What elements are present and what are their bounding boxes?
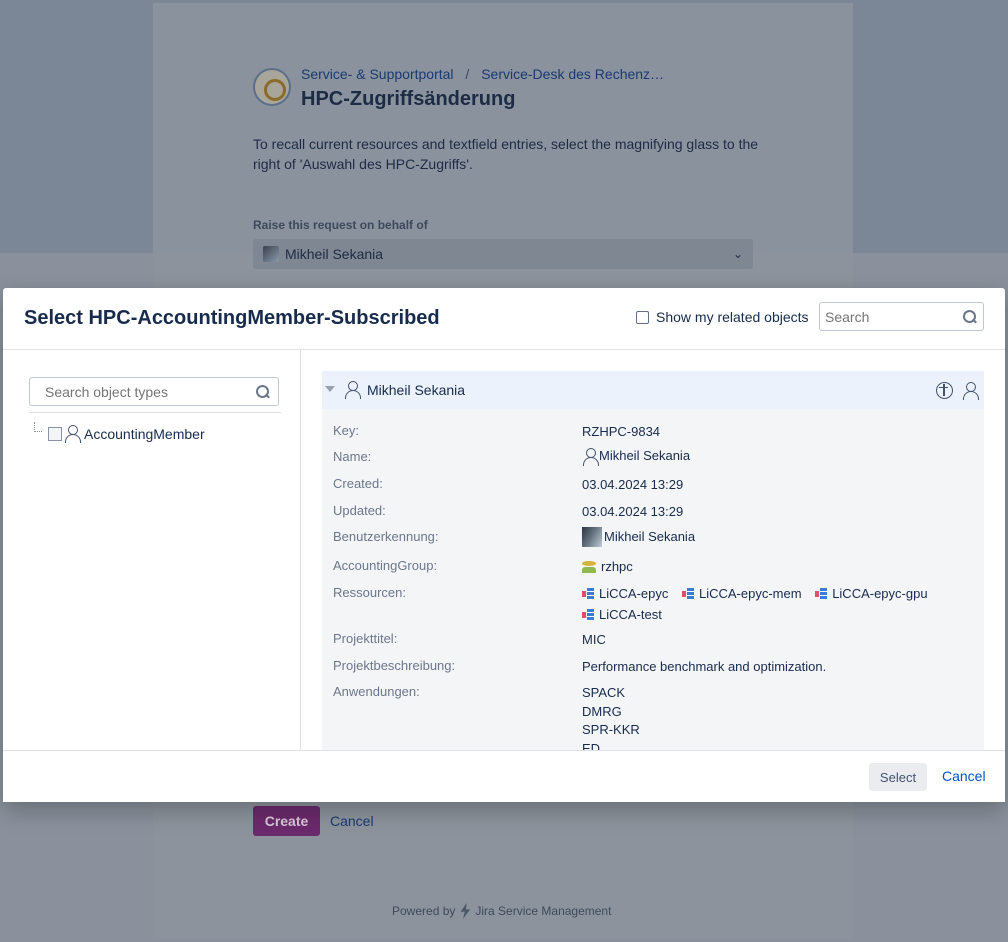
resource-item[interactable]: LiCCA-epyc-mem — [681, 585, 802, 604]
tree-item-accountingmember[interactable]: AccountingMember — [48, 425, 205, 443]
person-icon — [344, 381, 361, 399]
modal-cancel-link[interactable]: Cancel — [942, 768, 986, 784]
behalf-value: Mikheil Sekania — [285, 246, 384, 262]
resource-item[interactable]: LiCCA-test — [582, 606, 662, 625]
collapse-icon[interactable] — [325, 386, 335, 392]
behalf-label: Raise this request on behalf of — [253, 218, 428, 232]
jira-logo-icon — [460, 903, 471, 919]
object-details-panel: Mikheil Sekania Key: RZHPC-9834 Name: Mi… — [322, 371, 984, 750]
application-item: SPACK — [582, 685, 626, 700]
create-button[interactable]: Create — [253, 806, 320, 836]
portal-logo-icon — [253, 68, 291, 106]
attr-label: Projektbeschreibung: — [333, 658, 456, 673]
application-item: DMRG — [582, 703, 622, 719]
select-object-modal: Select HPC-AccountingMember-Subscribed S… — [3, 288, 1005, 802]
object-types-panel: AccountingMember — [3, 350, 301, 750]
attr-label: Benutzerkennung: — [333, 529, 439, 544]
related-objects-checkbox[interactable] — [636, 310, 649, 324]
object-name: Mikheil Sekania — [344, 381, 466, 399]
application-item: SPR-KKR — [582, 722, 640, 737]
powered-prefix: Powered by — [392, 904, 456, 918]
attr-label: Key: — [333, 423, 360, 438]
attr-value-updated: 03.04.2024 13:29 — [582, 504, 684, 519]
attr-value-benutzerkennung[interactable]: Mikheil Sekania — [582, 527, 695, 547]
portal-card-header — [153, 3, 853, 253]
attr-value-key: RZHPC-9834 — [582, 424, 661, 439]
intro-text: To recall current resources and textfiel… — [253, 136, 759, 172]
search-icon[interactable] — [256, 385, 270, 399]
behalf-select[interactable]: Mikheil Sekania ⌄ — [253, 239, 753, 269]
object-header[interactable]: Mikheil Sekania — [322, 371, 984, 409]
attr-value-projektbeschreibung: Performance benchmark and optimization. — [582, 659, 827, 674]
group-icon — [582, 561, 596, 574]
attr-label: Anwendungen: — [333, 684, 420, 699]
resource-label: LiCCA-epyc-mem — [698, 586, 802, 601]
tree-connector — [34, 422, 42, 432]
attr-label: Name: — [333, 449, 372, 464]
object-search-input[interactable] — [820, 303, 950, 330]
avatar — [263, 246, 279, 262]
types-search-input[interactable] — [30, 378, 240, 405]
modal-title: Select HPC-AccountingMember-Subscribed — [24, 307, 440, 329]
person-icon — [64, 425, 81, 443]
attr-value-anwendungen: SPACK DMRG SPR-KKR ED — [582, 684, 640, 750]
object-graph-icon[interactable] — [936, 382, 953, 399]
resource-icon — [582, 609, 594, 621]
breadcrumb-link-service-desk[interactable]: Service-Desk des Rechenz… — [481, 66, 664, 82]
object-type-person-icon[interactable] — [962, 382, 979, 400]
related-objects-toggle[interactable]: Show my related objects — [636, 309, 809, 325]
resource-label: LiCCA-epyc-gpu — [832, 586, 928, 601]
search-icon[interactable] — [963, 310, 977, 324]
resource-icon — [681, 588, 694, 601]
related-objects-label: Show my related objects — [656, 309, 809, 325]
chevron-down-icon: ⌄ — [732, 247, 743, 261]
breadcrumb-separator: / — [465, 66, 470, 82]
attr-value-accountinggroup-text: rzhpc — [601, 559, 633, 574]
attr-value-accountinggroup[interactable]: rzhpc — [582, 558, 633, 577]
breadcrumb: Service- & Supportportal / Service-Desk … — [301, 66, 664, 82]
attr-value-projekttitel: MIC — [582, 632, 606, 647]
attr-label: AccountingGroup: — [333, 558, 438, 573]
powered-by-footer: Powered by Jira Service Management — [392, 903, 611, 919]
divider — [29, 412, 281, 413]
resource-icon — [815, 588, 828, 601]
attr-label: Created: — [333, 476, 383, 491]
attr-value-created: 03.04.2024 13:29 — [582, 477, 684, 492]
person-icon — [582, 447, 599, 466]
resource-icon — [582, 588, 594, 601]
object-name-label: Mikheil Sekania — [367, 381, 466, 398]
attr-value-name: Mikheil Sekania — [582, 447, 690, 466]
breadcrumb-link-portal[interactable]: Service- & Supportportal — [301, 66, 454, 82]
modal-header: Select HPC-AccountingMember-Subscribed S… — [3, 288, 1005, 350]
attr-label: Projekttitel: — [333, 631, 398, 646]
resource-item[interactable]: LiCCA-epyc — [582, 585, 668, 604]
attr-value-benutzerkennung-text: Mikheil Sekania — [604, 528, 696, 544]
page-title: HPC-Zugriffsänderung — [301, 88, 516, 110]
select-button[interactable]: Select — [869, 763, 927, 791]
powered-product: Jira Service Management — [475, 904, 612, 918]
resource-label: LiCCA-test — [599, 606, 662, 622]
object-search-box — [819, 302, 984, 331]
attr-value-ressourcen: LiCCA-epyc LiCCA-epyc-mem LiCCA-epyc-gpu… — [582, 585, 938, 627]
tree-item-checkbox[interactable] — [48, 426, 62, 441]
application-item: ED — [582, 740, 601, 751]
types-search-box — [29, 377, 279, 406]
resource-item[interactable]: LiCCA-epyc-gpu — [815, 585, 928, 604]
attr-label: Ressourcen: — [333, 585, 406, 600]
page-cancel-link[interactable]: Cancel — [330, 813, 374, 829]
avatar — [582, 527, 602, 547]
tree-item-label: AccountingMember — [84, 425, 205, 442]
attr-label: Updated: — [333, 503, 386, 518]
attr-value-name-text: Mikheil Sekania — [599, 448, 691, 463]
modal-footer: Select Cancel — [3, 750, 1005, 802]
resource-label: LiCCA-epyc — [599, 586, 669, 601]
